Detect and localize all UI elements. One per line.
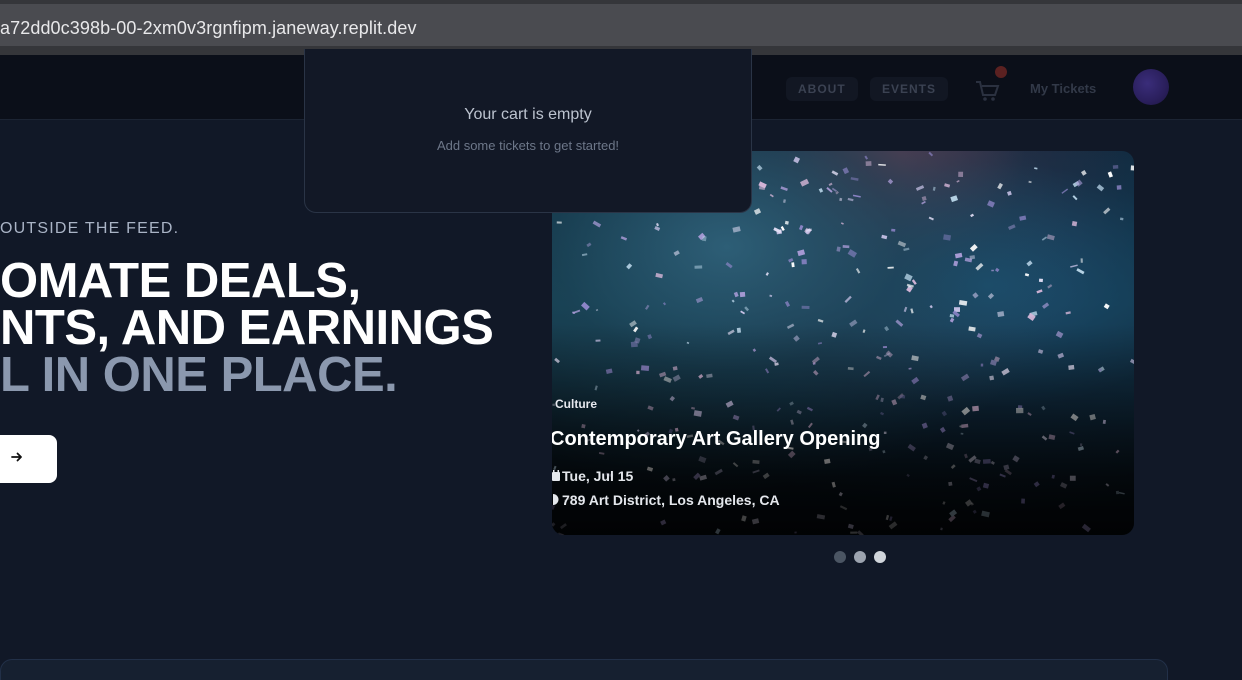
hero-headline-line-2: NTS, AND EARNINGS xyxy=(0,301,494,355)
nav-about-link[interactable]: ABOUT xyxy=(786,77,858,101)
event-category-badge: Culture xyxy=(555,397,597,411)
hero-headline-line-3: L IN ONE PLACE. xyxy=(0,348,398,402)
hero-headline-line-1: OMATE DEALS, xyxy=(0,254,361,308)
calendar-icon xyxy=(552,468,562,484)
arrow-right-icon xyxy=(11,452,22,462)
carousel-dot-1[interactable] xyxy=(834,551,846,563)
nav-events-link[interactable]: EVENTS xyxy=(870,77,949,101)
cart-dropdown: Your cart is empty Add some tickets to g… xyxy=(304,49,752,213)
hero-cta-button[interactable] xyxy=(0,435,57,483)
hero-headline: OMATE DEALS, NTS, AND EARNINGS L IN ONE … xyxy=(0,254,494,402)
cart-empty-title: Your cart is empty xyxy=(464,106,592,123)
content-panel xyxy=(0,659,1168,680)
map-pin-icon xyxy=(552,492,562,508)
carousel-dot-3[interactable] xyxy=(874,551,886,563)
carousel-dot-2[interactable] xyxy=(854,551,866,563)
cart-icon[interactable] xyxy=(974,79,1000,103)
event-location-text: 789 Art District, Los Angeles, CA xyxy=(562,492,780,508)
cart-empty-subtitle: Add some tickets to get started! xyxy=(436,138,620,153)
nav-my-tickets-link[interactable]: My Tickets xyxy=(1030,81,1096,96)
browser-chrome: a72dd0c398b-00-2xm0v3rgnfipm.janeway.rep… xyxy=(0,0,1242,55)
url-text[interactable]: a72dd0c398b-00-2xm0v3rgnfipm.janeway.rep… xyxy=(0,18,417,39)
event-title[interactable]: Contemporary Art Gallery Opening xyxy=(552,428,880,451)
event-date-text: Tue, Jul 15 xyxy=(562,468,634,484)
cart-badge xyxy=(995,66,1007,78)
event-date: Tue, Jul 15 xyxy=(552,468,633,484)
event-location: 789 Art District, Los Angeles, CA xyxy=(552,492,780,508)
avatar[interactable] xyxy=(1133,69,1169,105)
hero-tagline: OUTSIDE THE FEED. xyxy=(0,220,180,237)
address-bar[interactable]: a72dd0c398b-00-2xm0v3rgnfipm.janeway.rep… xyxy=(0,4,1242,46)
